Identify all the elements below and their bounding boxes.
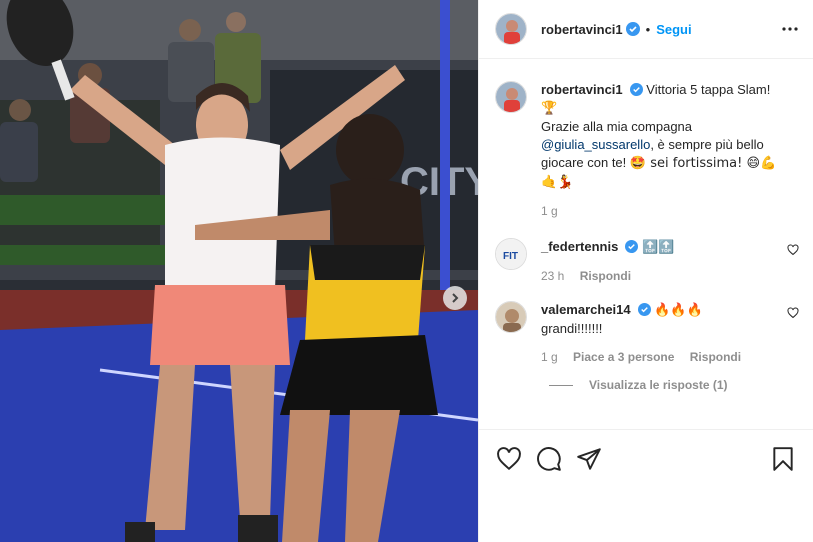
caption-time[interactable]: 1 g: [541, 204, 558, 218]
comment-time[interactable]: 23 h: [541, 269, 564, 283]
verified-icon: [625, 22, 640, 36]
action-bar: [479, 429, 813, 487]
comment-likes[interactable]: Piace a 3 persone: [573, 350, 674, 364]
verified-icon: [625, 240, 639, 253]
share-button[interactable]: [569, 439, 609, 479]
separator-dot: •: [645, 21, 651, 37]
comment-emoji: 🔥🔥🔥: [654, 303, 703, 318]
comment-text: _federtennis 🔝🔝: [541, 238, 674, 257]
chevron-right-icon: [452, 293, 459, 303]
comments-list: robertavinci1 Vittoria 5 tappa Slam! 🏆 G…: [479, 81, 813, 392]
view-replies-label: Visualizza le risposte (1): [589, 378, 728, 392]
like-comment-heart-icon[interactable]: [787, 244, 799, 256]
post-side-panel: robertavinci1 • Segui robertavinci1 Vitt…: [478, 0, 813, 542]
like-comment-heart-icon[interactable]: [787, 307, 799, 319]
caption-text: robertavinci1 Vittoria 5 tappa Slam! 🏆 G…: [541, 81, 797, 192]
comment-body: grandi!!!!!!!: [541, 321, 603, 336]
reply-button[interactable]: Rispondi: [580, 269, 631, 283]
comment-time[interactable]: 1 g: [541, 350, 558, 364]
post-header: robertavinci1 • Segui: [479, 0, 813, 59]
comment-avatar-federtennis[interactable]: FIT: [495, 238, 527, 270]
author-username[interactable]: robertavinci1: [541, 22, 623, 37]
caption-meta: 1 g: [541, 204, 797, 218]
comment-avatar-valemarchei14[interactable]: [495, 301, 527, 333]
trophy-emoji: 🏆: [541, 101, 558, 116]
comment-username[interactable]: valemarchei14: [541, 302, 631, 317]
caption-row: robertavinci1 Vittoria 5 tappa Slam! 🏆 G…: [479, 81, 813, 218]
replies-divider: [549, 384, 573, 386]
comment-meta: 23 h Rispondi: [541, 269, 674, 283]
caption-line-1: Vittoria 5 tappa Slam!: [646, 82, 771, 97]
like-button[interactable]: [489, 439, 529, 479]
comment-row: valemarchei14 🔥🔥🔥 grandi!!!!!!! 1 g Piac…: [479, 301, 813, 364]
comment-icon: [537, 446, 561, 471]
caption-emoji-end: 🤙💃: [541, 175, 574, 190]
author-avatar[interactable]: [495, 13, 527, 45]
caption-avatar[interactable]: [495, 81, 527, 113]
comment-text: valemarchei14 🔥🔥🔥 grandi!!!!!!!: [541, 301, 753, 338]
verified-icon: [629, 83, 643, 96]
next-photo-button[interactable]: [443, 286, 467, 310]
photo-illustration: CITY: [0, 0, 478, 542]
svg-text:FIT: FIT: [503, 251, 518, 262]
verified-icon: [637, 303, 651, 316]
heart-icon: [497, 446, 521, 470]
mention-link[interactable]: @giulia_sussarello: [541, 137, 650, 152]
save-button[interactable]: [763, 439, 803, 479]
share-icon: [577, 447, 601, 470]
view-replies-button[interactable]: Visualizza le risposte (1): [479, 378, 813, 392]
caption-line-2a: Grazie alla mia compagna: [541, 119, 693, 134]
caption-emoji-line: 🤩 sei fortissima! 😄💪: [629, 156, 777, 171]
bookmark-icon: [773, 446, 793, 471]
comment-emoji: 🔝🔝: [641, 240, 675, 255]
comment-button[interactable]: [529, 439, 569, 479]
post-photo[interactable]: CITY: [0, 0, 478, 542]
comment-meta: 1 g Piace a 3 persone Rispondi: [541, 350, 753, 364]
comment-username[interactable]: _federtennis: [541, 239, 618, 254]
follow-button[interactable]: Segui: [656, 22, 691, 37]
more-options-icon[interactable]: [781, 20, 799, 38]
reply-button[interactable]: Rispondi: [690, 350, 741, 364]
caption-username[interactable]: robertavinci1: [541, 82, 623, 97]
comment-row: FIT _federtennis 🔝🔝 23 h Rispondi: [479, 238, 813, 283]
